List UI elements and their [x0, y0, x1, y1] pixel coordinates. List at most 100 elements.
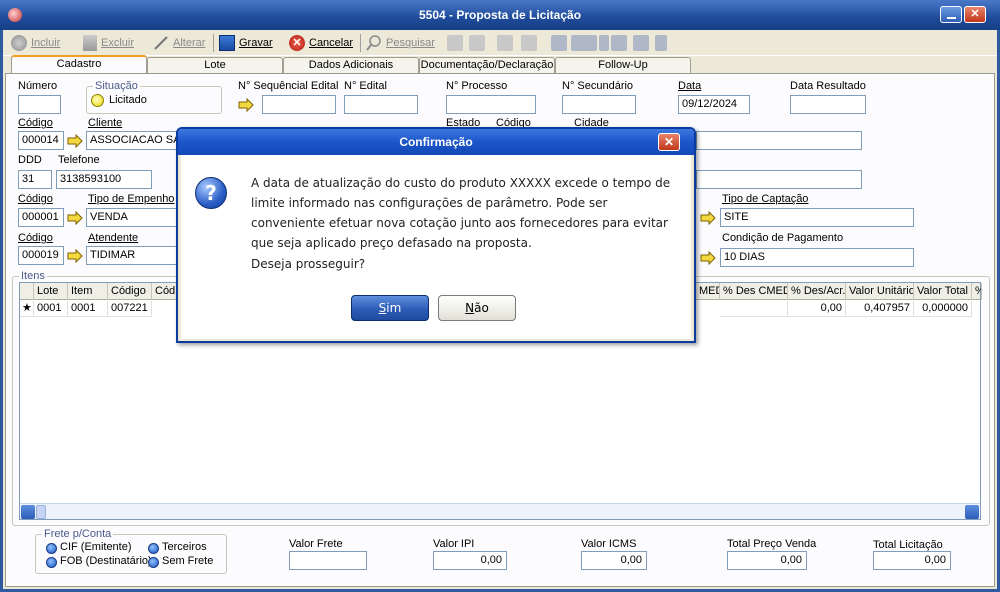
ddd-field[interactable]: 31 [18, 170, 52, 189]
cell-valor-total[interactable]: 0,000000 [914, 301, 972, 317]
lookup-icon[interactable] [238, 98, 254, 112]
dialog-close-button[interactable]: ✕ [658, 133, 680, 151]
empenho-field[interactable]: VENDA [86, 208, 186, 227]
next-record-icon[interactable] [497, 35, 513, 51]
tab-dados-adicionais[interactable]: Dados Adicionais [283, 57, 419, 74]
terceiros-radio[interactable] [148, 543, 159, 554]
app-window: 5504 - Proposta de Licitação ✕ Incluir E… [0, 0, 1000, 592]
grid-header-valor-total[interactable]: Valor Total [914, 283, 972, 300]
excluir-button[interactable]: Excluir [83, 34, 134, 52]
ddd-label: DDD [18, 154, 42, 166]
lookup-icon[interactable] [700, 251, 716, 265]
refresh-icon[interactable] [551, 35, 567, 51]
frete-group: Frete p/Conta CIF (Emitente) Terceiros F… [35, 528, 227, 574]
grid-header-lote[interactable]: Lote [34, 283, 68, 300]
empenho-codigo-label: Código [18, 193, 53, 205]
tab-strip: Cadastro Lote Dados Adicionais Documenta… [3, 55, 997, 74]
incluir-button[interactable]: Incluir [11, 34, 60, 52]
atendente-codigo-field[interactable]: 000019 [18, 246, 64, 265]
tab-documentacao[interactable]: Documentação/Declaração [419, 57, 555, 74]
total-licitacao-field[interactable]: 0,00 [873, 551, 951, 570]
valor-frete-label: Valor Frete [289, 538, 343, 550]
scroll-left-icon[interactable] [21, 505, 35, 519]
data-resultado-field[interactable] [790, 95, 866, 114]
pencil-icon [154, 36, 168, 50]
data-field[interactable]: 09/12/2024 [678, 95, 750, 114]
grid-header-des-acr[interactable]: % Des/Acr. [788, 283, 846, 300]
processo-label: N° Processo [446, 80, 508, 92]
grid-header-item[interactable]: Item [68, 283, 108, 300]
gravar-button[interactable]: Gravar [219, 34, 273, 52]
print-icon[interactable] [633, 35, 649, 51]
cif-radio[interactable] [46, 543, 57, 554]
empenho-codigo-field[interactable]: 000001 [18, 208, 64, 227]
grid-header-valor-unitario[interactable]: Valor Unitário [846, 283, 914, 300]
cancelar-button[interactable]: ✕ Cancelar [289, 34, 353, 52]
valor-frete-field[interactable] [289, 551, 367, 570]
email-field[interactable] [696, 170, 862, 189]
processo-field[interactable] [446, 95, 536, 114]
save-icon [219, 35, 235, 51]
grid-header-des-cmed[interactable]: % Des CMED [720, 283, 788, 300]
horizontal-scrollbar[interactable] [20, 503, 980, 519]
status-indicator-icon [91, 94, 104, 107]
nao-button[interactable]: Não [438, 295, 516, 321]
tab-cadastro[interactable]: Cadastro [11, 55, 147, 74]
cell-lote[interactable]: 0001 [34, 301, 68, 317]
attachment-icon[interactable] [655, 35, 667, 51]
grid-header-percent[interactable]: % [972, 283, 982, 300]
cell-valor-unitario[interactable]: 0,407957 [846, 301, 914, 317]
tab-lote[interactable]: Lote [147, 57, 283, 74]
pesquisar-button[interactable]: Pesquisar [366, 34, 435, 52]
sem-frete-radio[interactable] [148, 557, 159, 568]
lookup-icon[interactable] [67, 134, 83, 148]
valor-icms-field[interactable]: 0,00 [581, 551, 647, 570]
cell-item[interactable]: 0001 [68, 301, 108, 317]
last-record-icon[interactable] [521, 35, 537, 51]
scroll-right-icon[interactable] [965, 505, 979, 519]
secundario-field[interactable] [562, 95, 636, 114]
close-window-button[interactable]: ✕ [964, 6, 986, 23]
grid-header-codigo[interactable]: Código [108, 283, 152, 300]
toolbar-separator [360, 34, 361, 52]
valor-ipi-field[interactable]: 0,00 [433, 551, 507, 570]
lookup-icon[interactable] [700, 211, 716, 225]
valor-icms-label: Valor ICMS [581, 538, 637, 550]
trash-icon [83, 35, 97, 51]
grid-header-med[interactable]: MED [696, 283, 720, 300]
scroll-thumb[interactable] [36, 505, 46, 519]
cidade-field[interactable] [696, 131, 862, 150]
captacao-field[interactable]: SITE [720, 208, 914, 227]
cond-pagamento-field[interactable]: 10 DIAS [720, 248, 914, 267]
sim-button[interactable]: Sim [351, 295, 429, 321]
seq-edital-field[interactable] [262, 95, 336, 114]
title-bar: 5504 - Proposta de Licitação ✕ [0, 0, 1000, 30]
telefone-field[interactable]: 3138593100 [56, 170, 152, 189]
total-preco-field[interactable]: 0,00 [727, 551, 807, 570]
cliente-codigo-field[interactable]: 000014 [18, 131, 64, 150]
telefone-label: Telefone [58, 154, 100, 166]
previous-record-icon[interactable] [469, 35, 485, 51]
cell-des-cmed[interactable] [720, 301, 788, 317]
dropdown-icon[interactable] [599, 35, 609, 51]
tab-follow-up[interactable]: Follow-Up [555, 57, 691, 74]
lookup-icon[interactable] [67, 211, 83, 225]
filter-icon[interactable] [611, 35, 627, 51]
grid-header-indicator [20, 283, 34, 300]
secundario-label: N° Secundário [562, 80, 634, 92]
lookup-icon[interactable] [67, 249, 83, 263]
edital-field[interactable] [344, 95, 418, 114]
cell-des-acr[interactable]: 0,00 [788, 301, 846, 317]
numero-field[interactable] [18, 95, 61, 114]
cell-codigo[interactable]: 007221 [108, 301, 152, 317]
first-record-icon[interactable] [447, 35, 463, 51]
confirmation-dialog: Confirmação ✕ ? A data de atualização do… [176, 127, 696, 343]
tipo-empenho-label: Tipo de Empenho [88, 193, 175, 205]
minimize-button[interactable] [940, 6, 962, 23]
cliente-nome-field[interactable]: ASSOCIACAO SAI [86, 131, 186, 150]
alterar-button[interactable]: Alterar [153, 34, 205, 52]
atendente-field[interactable]: TIDIMAR [86, 246, 186, 265]
nao-button-label: ão [474, 301, 489, 315]
fob-radio[interactable] [46, 557, 57, 568]
sort-icon[interactable] [571, 35, 597, 51]
